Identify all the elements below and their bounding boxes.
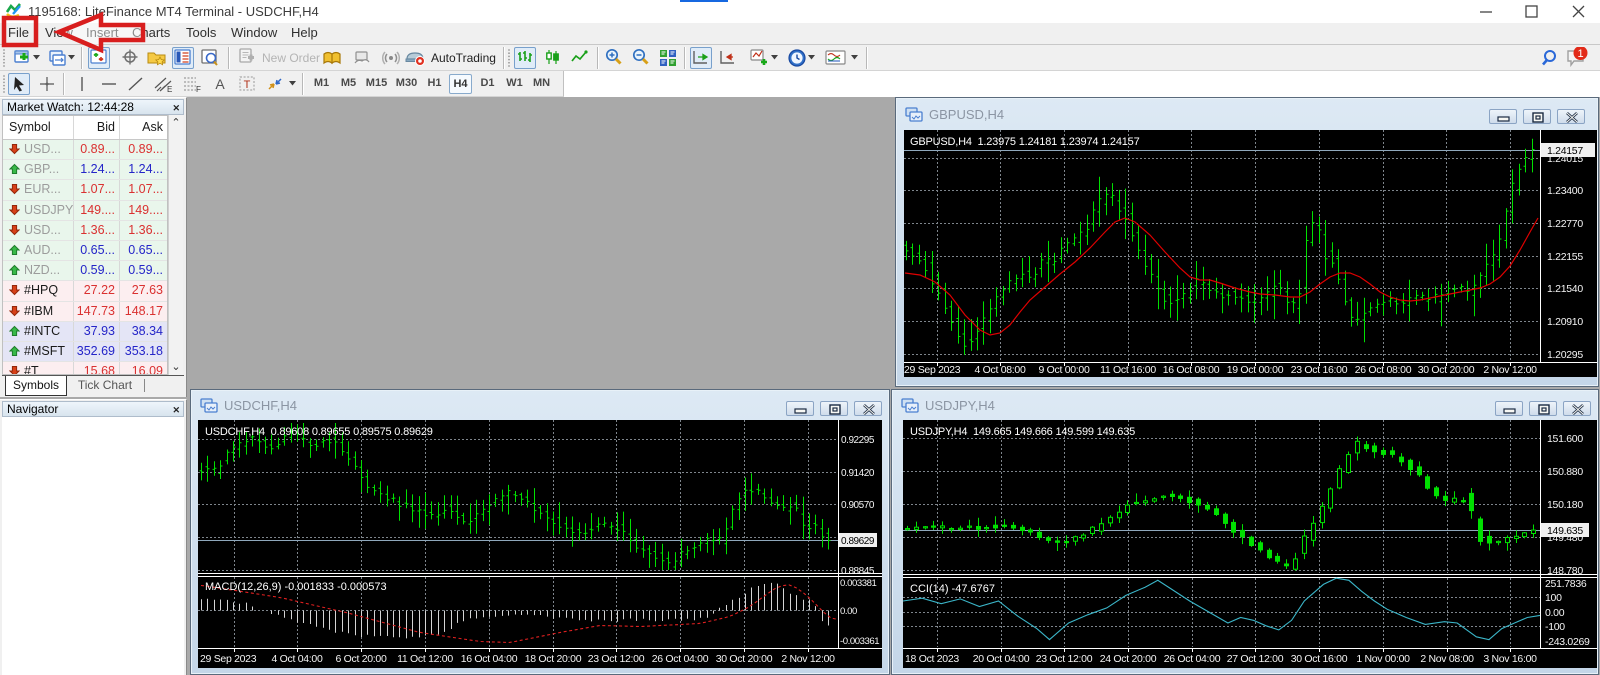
svg-text:20 Oct 04:00: 20 Oct 04:00: [973, 653, 1030, 665]
svg-text:0.92295: 0.92295: [841, 435, 875, 446]
svg-text:29 Sep 2023: 29 Sep 2023: [200, 653, 257, 665]
svg-text:26 Oct 04:00: 26 Oct 04:00: [652, 653, 709, 665]
svg-text:0.90570: 0.90570: [841, 500, 875, 511]
svg-text:27 Oct 12:00: 27 Oct 12:00: [1227, 653, 1284, 665]
svg-text:18 Oct 2023: 18 Oct 2023: [905, 653, 959, 665]
svg-text:1.21540: 1.21540: [1547, 283, 1583, 295]
svg-text:1.20910: 1.20910: [1547, 316, 1583, 328]
svg-text:2 Nov 12:00: 2 Nov 12:00: [781, 653, 835, 665]
svg-text:1 Nov 00:00: 1 Nov 00:00: [1356, 653, 1410, 665]
svg-text:CCI(14) -47.6767: CCI(14) -47.6767: [910, 583, 995, 595]
svg-text:2 Nov 08:00: 2 Nov 08:00: [1420, 653, 1474, 665]
svg-text:23 Oct 16:00: 23 Oct 16:00: [1291, 364, 1348, 376]
svg-text:1: 1: [1577, 48, 1583, 60]
svg-text:1.22155: 1.22155: [1547, 251, 1583, 263]
svg-text:150.180: 150.180: [1547, 499, 1583, 511]
svg-text:4 Oct 04:00: 4 Oct 04:00: [272, 653, 323, 665]
svg-text:26 Oct 08:00: 26 Oct 08:00: [1355, 364, 1412, 376]
svg-text:E: E: [167, 85, 172, 93]
svg-text:GBPUSD,H4 1.23975 1.24181 1.2: GBPUSD,H4 1.23975 1.24181 1.23974 1.2415…: [910, 136, 1140, 148]
svg-text:11 Oct 12:00: 11 Oct 12:00: [397, 653, 453, 665]
svg-text:1.20295: 1.20295: [1547, 349, 1583, 361]
svg-text:30 Oct 20:00: 30 Oct 20:00: [716, 653, 773, 665]
svg-text:-243.0269: -243.0269: [1545, 636, 1590, 648]
svg-text:6 Oct 20:00: 6 Oct 20:00: [336, 653, 387, 665]
svg-text:0.91420: 0.91420: [841, 468, 875, 479]
svg-text:150.880: 150.880: [1547, 466, 1583, 478]
svg-text:4 Oct 08:00: 4 Oct 08:00: [975, 364, 1026, 376]
svg-text:19 Oct 00:00: 19 Oct 00:00: [1227, 364, 1284, 376]
svg-text:23 Oct 12:00: 23 Oct 12:00: [588, 653, 645, 665]
svg-text:1.24157: 1.24157: [1547, 145, 1583, 157]
svg-text:29 Sep 2023: 29 Sep 2023: [904, 364, 961, 376]
svg-text:30 Oct 20:00: 30 Oct 20:00: [1418, 364, 1475, 376]
svg-text:23 Oct 12:00: 23 Oct 12:00: [1036, 653, 1093, 665]
svg-text:1.22770: 1.22770: [1547, 218, 1583, 230]
svg-text:T: T: [244, 79, 251, 91]
svg-text:0.00: 0.00: [1545, 607, 1565, 619]
svg-text:A: A: [215, 76, 225, 92]
svg-text:3 Nov 16:00: 3 Nov 16:00: [1483, 653, 1537, 665]
svg-text:18 Oct 20:00: 18 Oct 20:00: [525, 653, 582, 665]
svg-text:MACD(12,26,9) -0.001833 -0.000: MACD(12,26,9) -0.001833 -0.000573: [205, 581, 387, 593]
svg-text:24 Oct 20:00: 24 Oct 20:00: [1100, 653, 1157, 665]
svg-text:148.780: 148.780: [1547, 565, 1583, 577]
svg-text:16 Oct 08:00: 16 Oct 08:00: [1163, 364, 1220, 376]
svg-text:USDJPY,H4 149.665 149.666 149: USDJPY,H4 149.665 149.666 149.599 149.63…: [910, 426, 1135, 438]
svg-text:11 Oct 16:00: 11 Oct 16:00: [1100, 364, 1156, 376]
svg-text:100: 100: [1545, 592, 1562, 604]
svg-text:2 Nov 12:00: 2 Nov 12:00: [1483, 364, 1537, 376]
svg-text:0.00: 0.00: [840, 606, 857, 617]
svg-text:1.23400: 1.23400: [1547, 185, 1583, 197]
svg-text:-0.003361: -0.003361: [840, 636, 879, 647]
svg-text:30 Oct 16:00: 30 Oct 16:00: [1291, 653, 1348, 665]
svg-text:9 Oct 00:00: 9 Oct 00:00: [1039, 364, 1090, 376]
svg-text:F: F: [196, 85, 201, 93]
svg-text:-100: -100: [1545, 621, 1565, 633]
svg-text:251.7836: 251.7836: [1545, 578, 1587, 590]
svg-text:0.89629: 0.89629: [841, 536, 875, 547]
svg-text:0.003381: 0.003381: [840, 578, 877, 589]
svg-text:151.600: 151.600: [1547, 433, 1583, 445]
svg-text:0.88845: 0.88845: [841, 566, 875, 577]
svg-text:26 Oct 04:00: 26 Oct 04:00: [1164, 653, 1221, 665]
svg-text:USDCHF,H4 0.89608 0.89655 0.8: USDCHF,H4 0.89608 0.89655 0.89575 0.8962…: [205, 426, 433, 438]
svg-text:149.635: 149.635: [1547, 525, 1583, 537]
svg-text:16 Oct 04:00: 16 Oct 04:00: [461, 653, 518, 665]
